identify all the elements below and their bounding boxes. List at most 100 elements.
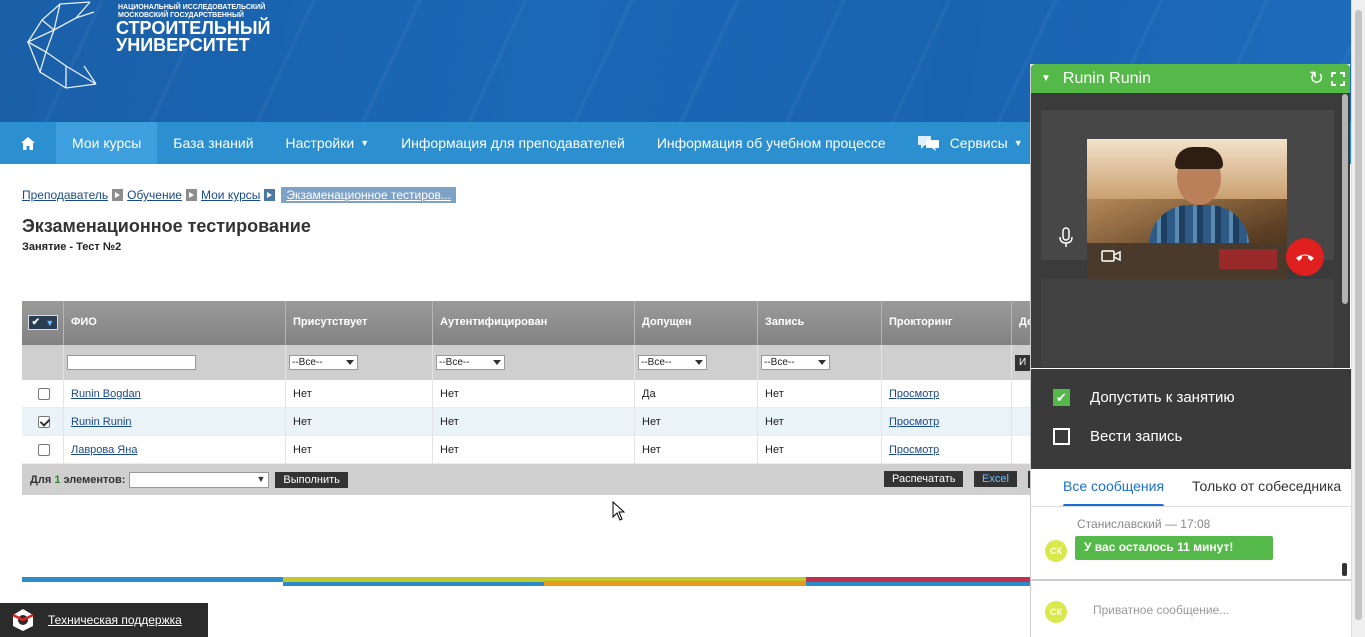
row-auth: Нет (433, 407, 635, 436)
row-select-cell (22, 435, 64, 464)
student-name-link[interactable]: Runin Runin (71, 416, 132, 428)
row-admitted: Нет (635, 435, 758, 464)
row-auth: Нет (433, 435, 635, 464)
breadcrumb-education[interactable]: Обучение (127, 188, 182, 202)
collapse-triangle-icon[interactable]: ▼ (1041, 73, 1051, 84)
chevron-down-icon: ▼ (360, 138, 370, 148)
admitted-filter-select[interactable]: --Все-- (638, 355, 707, 370)
avatar: СК (1045, 601, 1067, 623)
row-checkbox[interactable] (38, 443, 50, 456)
stripe-blue (22, 577, 283, 582)
nav-study-info[interactable]: Информация об учебном процессе (641, 122, 902, 164)
row-checkbox[interactable] (38, 387, 50, 400)
students-table: ✔ ▼ ФИО Присутствует Аутентифицирован Доп… (22, 301, 1032, 495)
col-proctoring[interactable]: Прокторинг (882, 301, 1012, 345)
col-admitted[interactable]: Допущен (635, 301, 758, 345)
row-auth: Нет (433, 379, 635, 408)
chevron-down-icon: ▼ (256, 473, 266, 484)
breadcrumb-separator-icon (112, 189, 124, 201)
widget-header[interactable]: ▼ Runin Runin ↻ (1031, 64, 1350, 93)
page-scrollbar-thumb[interactable] (1355, 10, 1362, 620)
row-name-cell: Лаврова Яна (64, 435, 286, 464)
select-all-cell: ✔ ▼ (22, 301, 64, 345)
widget-options: ✔ Допустить к занятию Вести запись (1031, 369, 1351, 469)
chevron-down-icon: ▼ (45, 317, 55, 328)
table-row[interactable]: Runin Runin Нет Нет Нет Нет Просмотр (22, 407, 1032, 436)
message-input-area: СК Приватное сообщение... (1031, 583, 1351, 637)
admit-label: Допустить к занятию (1090, 389, 1235, 406)
record-checkbox[interactable] (1053, 428, 1070, 445)
camera-button[interactable] (1101, 249, 1121, 266)
col-record[interactable]: Запись (758, 301, 882, 345)
col-name[interactable]: ФИО (64, 301, 286, 345)
chat-icon (917, 136, 939, 151)
bulk-action-select[interactable]: ▼ (129, 471, 270, 488)
tab-all-messages[interactable]: Все сообщения (1063, 469, 1165, 508)
name-filter-input[interactable] (67, 355, 196, 370)
student-name-link[interactable]: Runin Bogdan (71, 388, 141, 400)
stripe-red (806, 577, 1032, 586)
admit-option[interactable]: ✔ Допустить к занятию (1053, 389, 1235, 406)
student-name-link[interactable]: Лаврова Яна (71, 444, 137, 456)
row-select-cell (22, 379, 64, 408)
widget-scrollbar[interactable] (1342, 94, 1348, 304)
widget-title: Runin Runin (1062, 69, 1151, 87)
col-authenticated[interactable]: Аутентифицирован (433, 301, 635, 345)
breadcrumb-separator-icon (264, 189, 276, 201)
record-option[interactable]: Вести запись (1053, 428, 1182, 445)
row-admitted: Да (635, 379, 758, 408)
local-video-box (1041, 279, 1334, 367)
nav-services[interactable]: Сервисы ▼ (902, 122, 1039, 164)
admit-checkbox[interactable]: ✔ (1053, 389, 1070, 406)
footer-prefix: Для (30, 473, 52, 486)
message-scrollbar[interactable] (1342, 563, 1347, 576)
message-list: Станиславский — 17:08 СК У вас осталось … (1031, 506, 1351, 581)
print-button[interactable]: Распечатать (884, 471, 964, 487)
breadcrumb-my-courses[interactable]: Мои курсы (201, 188, 260, 202)
private-message-input[interactable]: Приватное сообщение... (1093, 603, 1229, 617)
home-icon (21, 136, 35, 150)
row-record: Нет (758, 435, 882, 464)
col-present[interactable]: Присутствует (286, 301, 433, 345)
tech-support-button[interactable]: Техническая поддержка (0, 603, 208, 637)
execute-button[interactable]: Выполнить (275, 471, 348, 488)
breadcrumb-current[interactable]: Экзаменационное тестиров... (281, 187, 456, 203)
video-camera-icon (1101, 250, 1121, 262)
nav-knowledge-base[interactable]: База знаний (157, 122, 269, 164)
select-all-checkbox[interactable]: ✔ ▼ (28, 315, 58, 330)
table-row[interactable]: Runin Bogdan Нет Нет Да Нет Просмотр (22, 379, 1032, 408)
excel-button[interactable]: Excel (974, 471, 1017, 487)
fullscreen-icon[interactable] (1331, 72, 1345, 86)
col-extra[interactable]: Де (1012, 301, 1032, 345)
page-title: Экзаменационное тестирование (22, 216, 311, 236)
support-logo-icon (12, 609, 34, 631)
stripe-orange (544, 577, 806, 586)
nav-my-courses[interactable]: Мои курсы (56, 122, 158, 164)
auth-filter-select[interactable]: --Все-- (436, 355, 505, 370)
tab-partner-only[interactable]: Только от собеседника (1192, 469, 1341, 506)
proctoring-view-link[interactable]: Просмотр (889, 388, 939, 400)
present-filter-select[interactable]: --Все-- (289, 355, 358, 370)
row-checkbox[interactable] (38, 415, 50, 428)
record-filter-select[interactable]: --Все-- (761, 355, 830, 370)
row-record: Нет (758, 379, 882, 408)
university-logo-icon[interactable] (20, 0, 112, 90)
row-proctoring-cell: Просмотр (882, 379, 1012, 408)
nav-settings[interactable]: Настройки ▼ (270, 122, 386, 164)
row-name-cell: Runin Runin (64, 407, 286, 436)
chevron-down-icon: ▼ (1013, 138, 1023, 148)
breadcrumb-teacher[interactable]: Преподаватель (22, 188, 108, 202)
proctoring-view-link[interactable]: Просмотр (889, 416, 939, 428)
mute-button[interactable] (1053, 218, 1079, 258)
row-proctoring-cell: Просмотр (882, 407, 1012, 436)
table-row[interactable]: Лаврова Яна Нет Нет Нет Нет Просмотр (22, 435, 1032, 464)
refresh-icon[interactable]: ↻ (1309, 68, 1324, 89)
proctoring-view-link[interactable]: Просмотр (889, 444, 939, 456)
filter-name-cell (64, 345, 286, 380)
hangup-button[interactable] (1286, 238, 1324, 276)
row-proctoring-cell: Просмотр (882, 435, 1012, 464)
page-scrollbar[interactable] (1351, 0, 1365, 637)
nav-home-button[interactable] (0, 122, 56, 164)
nav-teachers-info[interactable]: Информация для преподавателей (385, 122, 641, 164)
filter-extra-cell: И (1012, 345, 1032, 380)
